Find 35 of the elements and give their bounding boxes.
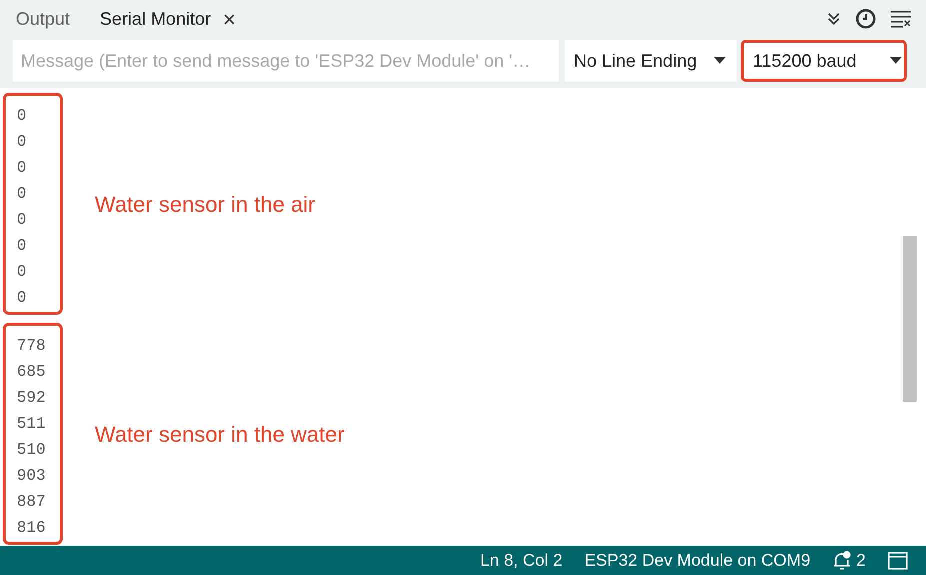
dropdown[interactable]: 115200 baud (741, 40, 907, 82)
output-line: 0 (17, 106, 28, 127)
message-field[interactable]: Message (Enter to send message to 'ESP32 Dev Module' on '… (13, 40, 559, 82)
caret-icon[interactable] (890, 57, 902, 65)
close-icon[interactable]: × (223, 2, 236, 36)
output-line: 510 (17, 440, 47, 461)
annotation-text: Water sensor in the air (95, 190, 316, 218)
output-line: 816 (17, 518, 47, 539)
output-line: 592 (17, 388, 47, 409)
output-line: 685 (17, 362, 47, 383)
caret-icon[interactable] (714, 57, 726, 65)
cursor-position: Ln 8, Col 2 (480, 550, 563, 572)
output-line: 0 (17, 210, 28, 231)
output-line: 0 (17, 262, 28, 283)
bell-icon[interactable] (832, 550, 851, 570)
output-line: 0 (17, 132, 28, 153)
board-port[interactable]: ESP32 Dev Module on COM9 (584, 548, 811, 574)
clock-icon[interactable] (856, 9, 876, 29)
chevrons-down-icon[interactable] (826, 11, 842, 27)
clear-output-icon[interactable] (890, 10, 912, 28)
annotation-text: Water sensor in the water (95, 420, 345, 448)
notification-count: 2 (856, 550, 866, 572)
output-line: 903 (17, 466, 47, 487)
output-line: 0 (17, 288, 28, 309)
output-line: 0 (17, 236, 28, 257)
output-line: 0 (17, 158, 28, 179)
output-line: 778 (17, 336, 47, 357)
output-line: 887 (17, 492, 47, 513)
tab[interactable]: Serial Monitor × (94, 3, 242, 35)
scrollbar[interactable] (903, 236, 917, 402)
tab[interactable]: Output (10, 3, 76, 35)
panel-icon[interactable] (888, 552, 908, 570)
output-line: 511 (17, 414, 47, 435)
output-line: 0 (17, 184, 28, 205)
dropdown[interactable]: No Line Ending (565, 40, 737, 82)
